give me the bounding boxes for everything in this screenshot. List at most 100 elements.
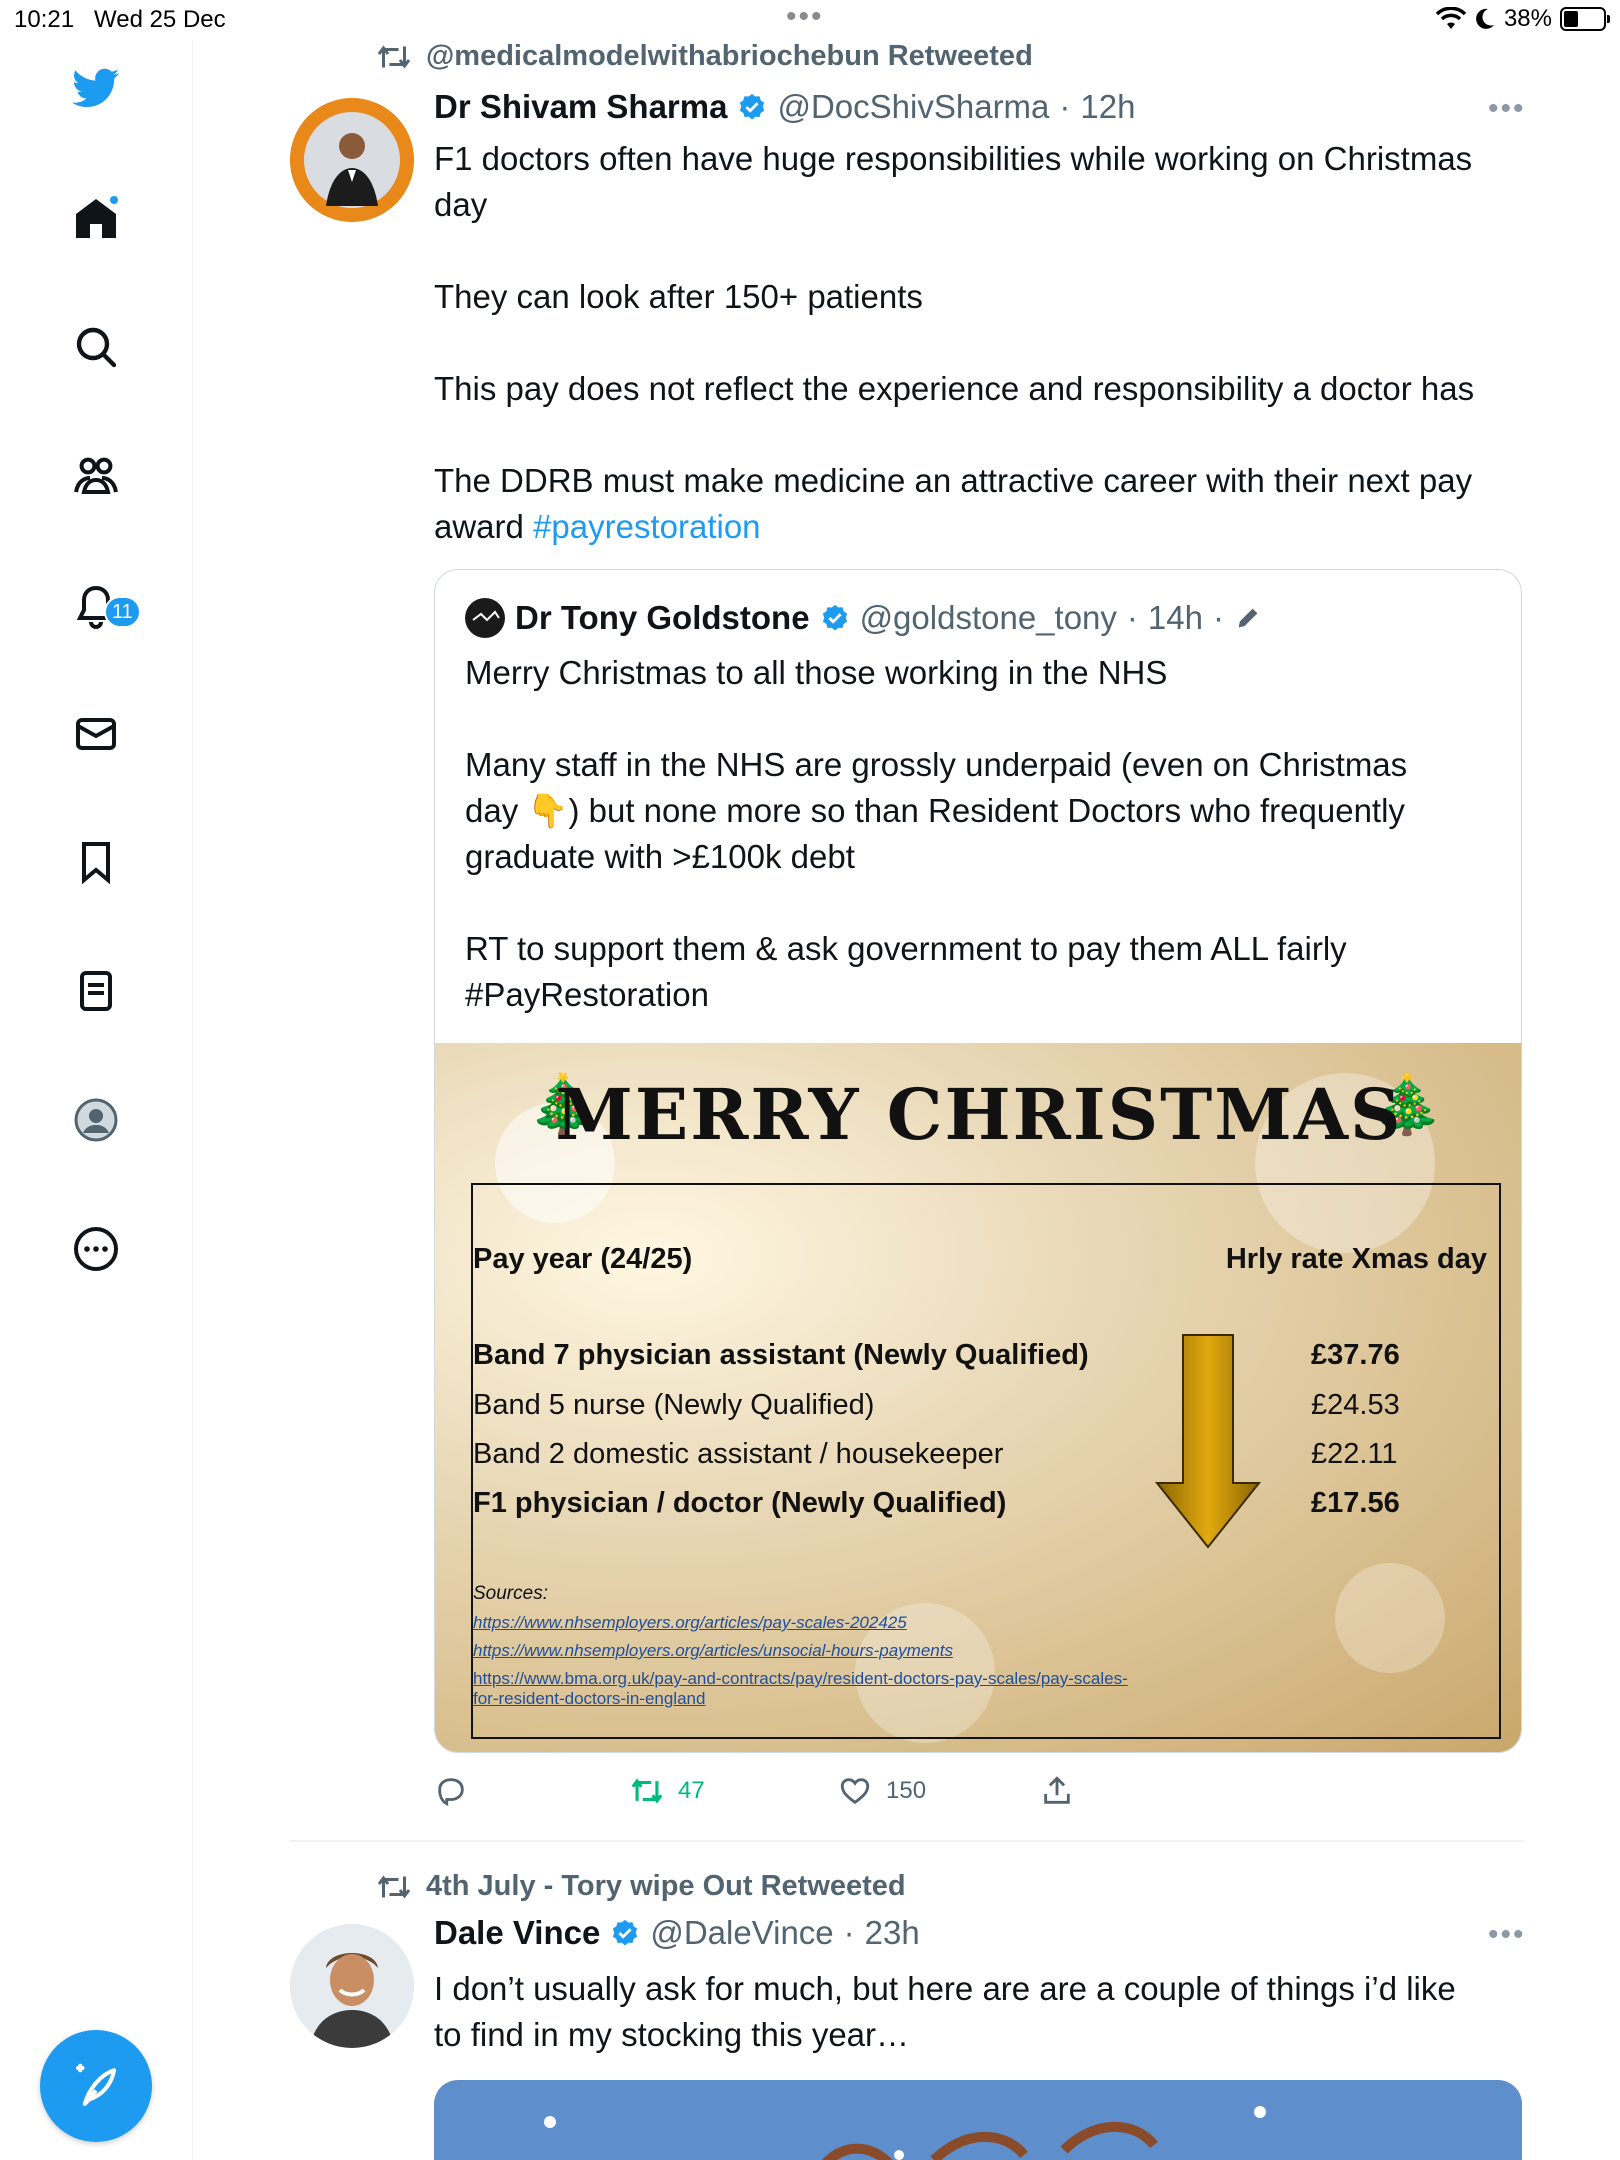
quoted-author-handle[interactable]: @goldstone_tony [860,599,1117,637]
twitter-logo-icon[interactable] [70,62,122,114]
moon-icon [1476,8,1494,29]
retweet-count: 47 [678,1777,705,1804]
share-icon [1044,1776,1070,1804]
author-name[interactable]: Dr Shivam Sharma [434,88,727,126]
communities-icon[interactable] [70,450,122,502]
quoted-text-line: Merry Christmas to all those working in … [465,654,1168,691]
pay-row-label: Band 7 physician assistant (Newly Qualif… [473,1339,1089,1371]
sidebar: 11 [0,40,193,2160]
tweet-body: I don’t usually ask for much, but here a… [434,1966,1524,2058]
verified-badge-icon [822,604,847,631]
pay-row-label: Band 5 nurse (Newly Qualified) [473,1389,875,1421]
quoted-text-line: graduate with >£100k debt [465,838,855,875]
pay-header-right: Hrly rate Xmas day [1225,1243,1487,1275]
quoted-text-line: #PayRestoration [465,976,709,1013]
pay-row-value: £24.53 [1311,1389,1400,1421]
tweet-time[interactable]: 12h [1080,88,1135,126]
author-name[interactable]: Dale Vince [434,1914,600,1952]
quoted-text-line: Many staff in the NHS are grossly underp… [465,746,1408,783]
tweet-text-line: This pay does not reflect the experience… [434,370,1475,407]
tweet-text-line: to find in my stocking this year… [434,2016,910,2053]
retweet-context: @medicalmodelwithabriochebun Retweeted [376,40,1033,73]
separator-dot: · [1212,599,1224,636]
tweet-text-line: F1 doctors often have huge responsibilit… [434,140,1473,177]
quoted-author-name[interactable]: Dr Tony Goldstone [515,599,810,637]
hashtag-link[interactable]: #payrestoration [533,508,760,545]
tweet-more-icon[interactable]: ••• [1488,92,1526,126]
retweet-context: 4th July - Tory wipe Out Retweeted [376,1870,906,1903]
pay-row-value: £22.11 [1311,1438,1398,1470]
multitasking-dots-icon[interactable]: ••• [786,0,824,34]
compose-tweet-button[interactable] [40,2030,152,2142]
compose-feather-icon [75,2063,117,2107]
retweet-icon [631,1778,663,1804]
home-icon[interactable] [70,192,122,244]
pay-row-value: £17.56 [1311,1487,1400,1519]
messages-icon[interactable] [70,708,122,760]
like-button[interactable]: 150 [838,1774,926,1808]
tweet-divider [290,1840,1525,1842]
status-right: 38% [1435,5,1610,33]
quoted-tweet-header: Dr Tony Goldstone @goldstone_tony · 14h … [465,598,1262,638]
sources-label: Sources: [473,1583,548,1604]
tweet-image-merry-christmas[interactable]: 🎄 🎄 MERRY CHRISTMAS Pay year (24/25) Hrl… [435,1043,1521,1752]
wifi-icon [1435,7,1466,29]
tweet-text-line: I don’t usually ask for much, but here a… [434,1970,1456,2007]
pay-table: Pay year (24/25) Hrly rate Xmas day Band… [471,1183,1501,1739]
retweet-icon [377,1875,411,1898]
quoted-author-avatar[interactable] [465,598,505,638]
source-link[interactable]: https://www.nhsemployers.org/articles/pa… [473,1613,907,1633]
tweet-text-line: The DDRB must make medicine an attractiv… [434,462,1473,499]
status-bar: 10:21 Wed 25 Dec ••• 38% [0,0,1620,40]
bookmarks-icon[interactable] [70,836,122,888]
author-avatar[interactable] [290,98,414,222]
lists-icon[interactable] [70,965,122,1017]
verified-badge-icon [740,93,765,120]
pay-row-value: £37.76 [1311,1339,1400,1371]
tweet-text-line: day [434,186,488,223]
like-count: 150 [886,1777,927,1804]
quoted-tweet-body: Merry Christmas to all those working in … [465,650,1485,1018]
status-time: 10:21 [14,6,75,33]
source-link[interactable]: https://www.bma.org.uk/pay-and-contracts… [473,1669,1128,1689]
tweet-body: F1 doctors often have huge responsibilit… [434,136,1524,550]
retweeted-by-text[interactable]: @medicalmodelwithabriochebun Retweeted [426,40,1033,73]
retweet-icon [377,45,411,68]
tweet-text-line: They can look after 150+ patients [434,278,923,315]
reply-icon [438,1778,464,1807]
tweet-time[interactable]: 23h [865,1914,920,1952]
source-link-continued[interactable]: for-resident-doctors-in-england [473,1689,705,1709]
status-date: Wed 25 Dec [94,6,226,33]
author-avatar[interactable] [290,1924,414,2048]
separator-dot: · [843,1914,855,1951]
notifications-badge: 11 [104,596,141,628]
separator-dot: · [1059,88,1071,125]
more-icon[interactable] [70,1223,122,1275]
reindeer-sleigh-icon [821,2121,1158,2160]
reply-button[interactable] [434,1774,468,1808]
quoted-tweet-time: 14h [1147,599,1203,636]
pay-header-left: Pay year (24/25) [473,1243,693,1275]
tweet-header: Dale Vince @DaleVince · 23h [434,1914,920,1952]
author-handle[interactable]: @DaleVince [650,1914,833,1952]
profile-icon[interactable] [70,1094,122,1146]
tweet-more-icon[interactable]: ••• [1488,1918,1526,1952]
pay-row-label: F1 physician / doctor (Newly Qualified) [473,1487,1007,1519]
retweet-button[interactable]: 47 [630,1774,705,1808]
tweet-image-partial[interactable] [434,2080,1522,2160]
source-link[interactable]: https://www.nhsemployers.org/articles/un… [473,1641,953,1661]
retweeted-by-text[interactable]: 4th July - Tory wipe Out Retweeted [426,1870,906,1903]
quoted-text-line: RT to support them & ask government to p… [465,930,1347,967]
search-icon[interactable] [70,321,122,373]
quoted-tweet[interactable]: Dr Tony Goldstone @goldstone_tony · 14h … [434,569,1522,1753]
pay-row-label: Band 2 domestic assistant / housekeeper [473,1438,1004,1470]
battery-percent: 38% [1503,5,1552,32]
battery-icon [1560,7,1610,31]
edited-pencil-icon [1238,608,1258,628]
tweet-text-line-last: award #payrestoration [434,504,1524,550]
separator-dot: · [1126,599,1138,636]
tweet-text-fragment: award [434,508,534,545]
author-handle[interactable]: @DocShivSharma [777,88,1049,126]
share-button[interactable] [1040,1774,1074,1808]
tweet-header: Dr Shivam Sharma @DocShivSharma · 12h [434,88,1135,126]
